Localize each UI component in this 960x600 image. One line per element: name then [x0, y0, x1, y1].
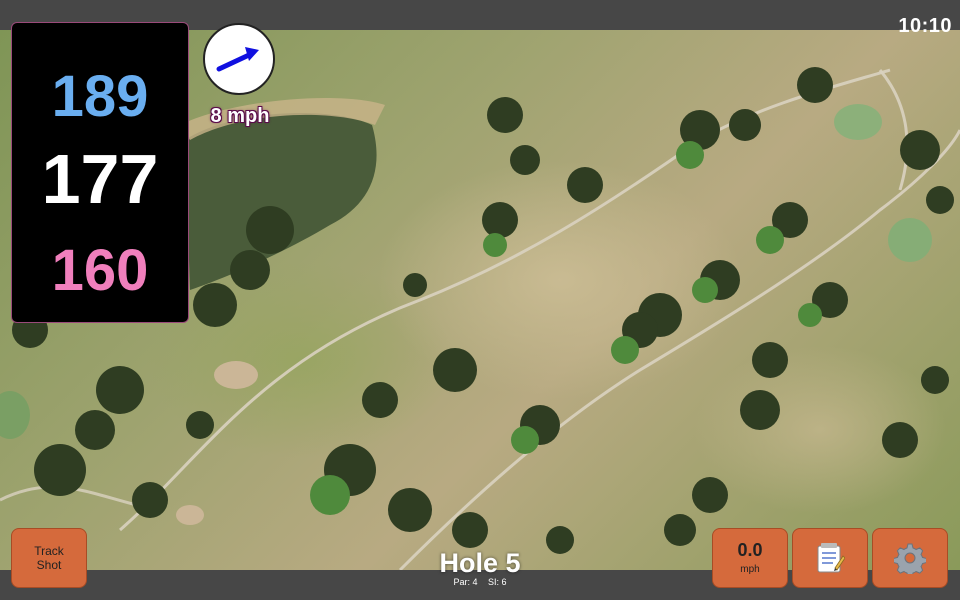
settings-button[interactable]	[872, 528, 948, 588]
middle-distance: 177	[41, 140, 159, 218]
track-shot-label-line1: Track	[34, 544, 64, 558]
hole-info: Par: 4 SI: 6	[380, 577, 580, 587]
track-shot-label-line2: Shot	[36, 558, 62, 572]
hole-title: Hole 5	[439, 548, 521, 578]
speed-value: 0.0	[737, 540, 763, 560]
distance-panel: 189 177 160	[11, 22, 189, 323]
wind-direction-indicator	[203, 23, 275, 95]
front-distance: 160	[51, 238, 149, 303]
hole-par: Par: 4	[453, 577, 478, 587]
hole-stroke-index: SI: 6	[488, 577, 507, 587]
wind-direction-arrow-icon	[216, 47, 259, 72]
gear-icon	[894, 543, 926, 574]
wind-speed-label: 8 mph	[210, 105, 270, 127]
speed-unit: mph	[740, 564, 760, 575]
speed-button[interactable]: 0.0 mph	[712, 528, 788, 588]
notes-button[interactable]	[792, 528, 868, 588]
notepad-icon	[817, 543, 845, 573]
back-distance: 189	[51, 64, 149, 129]
status-time: 10:10	[898, 15, 952, 37]
track-shot-button[interactable]: Track Shot	[11, 528, 87, 588]
